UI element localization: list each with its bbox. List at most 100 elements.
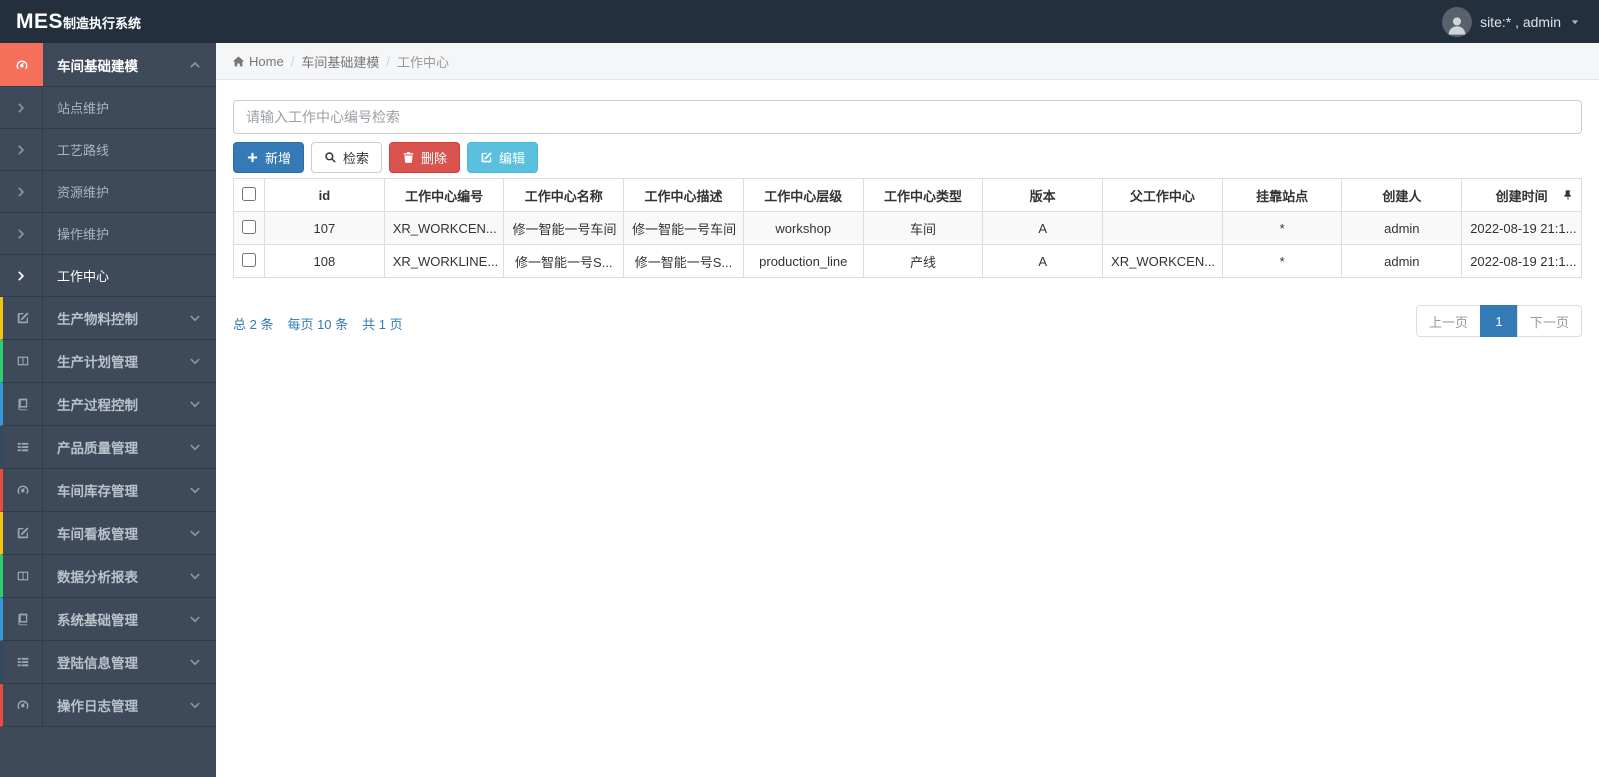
table-cell: 修一智能一号车间 (623, 211, 744, 245)
chevron-down-icon (188, 354, 202, 368)
home-icon (232, 55, 245, 68)
sidebar-item-label: 工艺路线 (57, 143, 110, 158)
sidebar-group-system-management[interactable]: 系统基础管理 (0, 598, 216, 641)
chevron-down-icon (188, 440, 202, 454)
sidebar-item-operation-maintenance[interactable]: 操作维护 (0, 213, 216, 255)
table-cell: 车间 (862, 211, 984, 245)
book-icon (3, 383, 43, 425)
sidebar-group-label: 车间库存管理 (57, 484, 138, 499)
chevron-right-icon (0, 87, 43, 128)
prev-page-button[interactable]: 上一页 (1415, 305, 1481, 337)
per-page-count: 每页 10 条 (287, 317, 349, 332)
columns-icon (3, 555, 43, 597)
table-header-row: id 工作中心编号 工作中心名称 工作中心描述 工作中心层级 工作中心类型 版本… (233, 178, 1582, 212)
work-center-table: id 工作中心编号 工作中心名称 工作中心描述 工作中心层级 工作中心类型 版本… (233, 178, 1582, 278)
sidebar-item-work-center[interactable]: 工作中心 (0, 255, 216, 297)
chevron-down-icon (188, 569, 202, 583)
edit-button[interactable]: 编辑 (467, 142, 539, 173)
sidebar-group-login-info[interactable]: 登陆信息管理 (0, 641, 216, 684)
table-cell: admin (1341, 244, 1463, 278)
sidebar-group-label: 系统基础管理 (57, 613, 138, 628)
pin-icon[interactable] (1562, 189, 1574, 201)
pagination-summary: 总 2 条 每页 10 条 共 1 页 (233, 305, 403, 333)
table-header-cell: 工作中心编号 (383, 178, 505, 212)
table-cell: A (982, 244, 1104, 278)
sidebar-item-process-route[interactable]: 工艺路线 (0, 129, 216, 171)
th-list-icon (3, 641, 43, 683)
row-checkbox-cell (233, 211, 265, 245)
table-cell: XR_WORKCEN... (383, 211, 505, 245)
sidebar-group-quality-management[interactable]: 产品质量管理 (0, 426, 216, 469)
search-button-label: 检索 (343, 151, 370, 166)
sidebar-group-label: 操作日志管理 (57, 699, 138, 714)
pagination-row: 总 2 条 每页 10 条 共 1 页 上一页 1 下一页 (233, 305, 1582, 337)
row-checkbox[interactable] (242, 252, 256, 267)
chevron-up-icon (188, 58, 202, 72)
header-checkbox-cell (233, 178, 265, 212)
add-button[interactable]: 新增 (233, 142, 305, 173)
toolbar: 新增 检索 删除 编辑 (233, 142, 1582, 173)
total-count: 总 2 条 (233, 317, 274, 332)
sidebar-group-workshop-modeling[interactable]: 车间基础建模 (0, 43, 216, 87)
search-button[interactable]: 检索 (311, 142, 383, 173)
logo-text-rest: 制造执行系统 (63, 15, 142, 31)
table-cell: 108 (264, 244, 385, 278)
user-menu[interactable]: site:* , admin (1442, 6, 1599, 37)
top-navbar: MES 制造执行系统 site:* , admin (0, 0, 1599, 43)
columns-icon (3, 340, 43, 382)
table-header-cell: id (264, 178, 385, 212)
table-header-cell: 父工作中心 (1102, 178, 1223, 212)
sidebar-group-process-control[interactable]: 生产过程控制 (0, 383, 216, 426)
app-logo: MES 制造执行系统 (0, 10, 216, 34)
sidebar-group-label: 生产物料控制 (57, 312, 138, 327)
page-1-button[interactable]: 1 (1479, 305, 1518, 337)
breadcrumb-home[interactable]: Home (232, 54, 284, 69)
sidebar-group-plan-management[interactable]: 生产计划管理 (0, 340, 216, 383)
table-cell: * (1221, 211, 1343, 245)
table-cell: 107 (264, 211, 385, 245)
select-all-checkbox[interactable] (242, 186, 256, 201)
th-list-icon (3, 426, 43, 468)
table-row[interactable]: 107 XR_WORKCEN... 修一智能一号车间 修一智能一号车间 work… (233, 211, 1582, 245)
sidebar-item-station-maintenance[interactable]: 站点维护 (0, 87, 216, 129)
table-cell: 2022-08-19 21:1... (1461, 244, 1582, 278)
breadcrumb-section[interactable]: 车间基础建模 (301, 52, 379, 71)
book-icon (3, 598, 43, 640)
chevron-right-icon (0, 255, 43, 296)
table-row[interactable]: 108 XR_WORKLINE... 修一智能一号S... 修一智能一号S...… (233, 244, 1582, 278)
sidebar-item-label: 站点维护 (57, 101, 110, 116)
sidebar-group-label: 数据分析报表 (57, 570, 138, 585)
sidebar-group-label: 产品质量管理 (57, 441, 138, 456)
add-button-label: 新增 (265, 151, 292, 166)
sidebar-group-report-analysis[interactable]: 数据分析报表 (0, 555, 216, 598)
table-header-cell: 工作中心类型 (862, 178, 984, 212)
sidebar-item-label: 工作中心 (57, 269, 110, 284)
breadcrumb-separator: / (386, 53, 390, 69)
row-checkbox-cell (233, 244, 265, 278)
sidebar-item-label: 资源维护 (57, 185, 110, 200)
sidebar-group-label: 登陆信息管理 (57, 656, 138, 671)
table-header-cell: 工作中心层级 (742, 178, 864, 212)
chevron-down-icon (188, 612, 202, 626)
sidebar-group-label: 生产计划管理 (57, 355, 138, 370)
table-cell: 2022-08-19 21:1... (1461, 211, 1582, 245)
sidebar-group-material-control[interactable]: 生产物料控制 (0, 297, 216, 340)
table-cell (1102, 211, 1223, 245)
breadcrumb-home-label: Home (249, 53, 284, 69)
sidebar-group-operation-log[interactable]: 操作日志管理 (0, 684, 216, 727)
sidebar-group-inventory-management[interactable]: 车间库存管理 (0, 469, 216, 512)
dashboard-icon (0, 43, 43, 86)
sidebar-item-label: 操作维护 (57, 227, 110, 242)
delete-button[interactable]: 删除 (389, 142, 461, 173)
sidebar-group-board-management[interactable]: 车间看板管理 (0, 512, 216, 555)
table-cell: XR_WORKLINE... (383, 244, 505, 278)
sidebar-item-resource-maintenance[interactable]: 资源维护 (0, 171, 216, 213)
chevron-right-icon (0, 213, 43, 254)
next-page-button[interactable]: 下一页 (1516, 305, 1582, 337)
chevron-right-icon (0, 129, 43, 170)
table-cell: * (1221, 244, 1343, 278)
search-input[interactable] (233, 100, 1582, 134)
table-header-cell: 挂靠站点 (1221, 178, 1343, 212)
breadcrumb-current: 工作中心 (396, 54, 449, 70)
row-checkbox[interactable] (242, 219, 256, 234)
